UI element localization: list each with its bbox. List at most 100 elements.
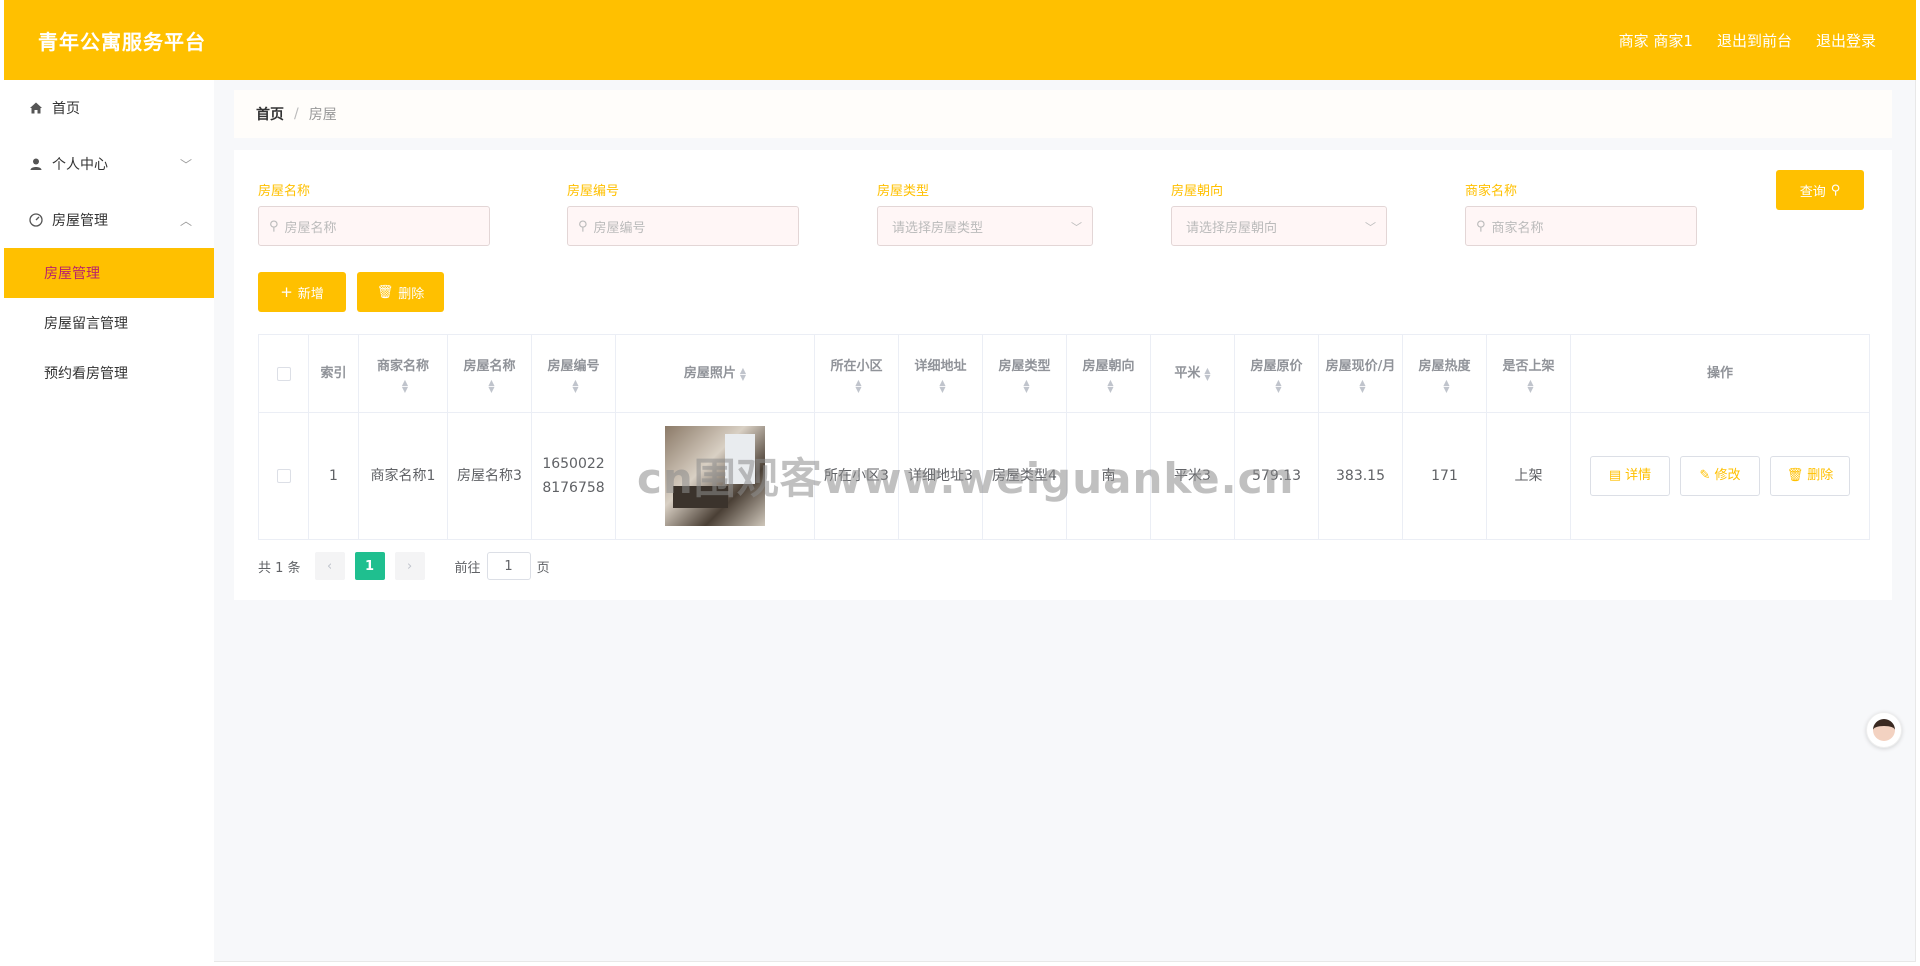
- column-header[interactable]: 房屋现价/月 ▲ ▼: [1319, 335, 1403, 412]
- column-header[interactable]: 房屋原价 ▲ ▼: [1235, 335, 1319, 412]
- house-name-input[interactable]: ⚲ 房屋名称: [258, 206, 490, 246]
- search-icon: ⚲: [1476, 218, 1486, 234]
- column-label: 详细地址: [914, 358, 967, 374]
- sidebar-subitem-viewing-appointments[interactable]: 预约看房管理: [4, 348, 214, 398]
- current-user[interactable]: 商家 商家1: [1619, 30, 1693, 51]
- exit-to-front-link[interactable]: 退出到前台: [1717, 30, 1792, 51]
- field-label: 房屋朝向: [1171, 184, 1224, 199]
- cell-original-price: 579.13: [1235, 413, 1319, 539]
- search-field-house-type: 房屋类型 请选择房屋类型 ﹀: [877, 180, 1093, 246]
- logout-link[interactable]: 退出登录: [1816, 30, 1876, 51]
- column-header[interactable]: 房屋热度 ▲ ▼: [1403, 335, 1487, 412]
- sort-icon: ▲ ▼: [401, 377, 409, 394]
- total-count: 共 1 条: [258, 560, 301, 576]
- cell-merchant: 商家名称1: [359, 413, 448, 539]
- delete-label: 删除: [398, 286, 425, 302]
- search-icon: ⚲: [1830, 182, 1841, 198]
- cell-heat: 171: [1403, 413, 1487, 539]
- column-header[interactable]: 所在小区 ▲ ▼: [815, 335, 899, 412]
- detail-button[interactable]: ▤ 详情: [1590, 456, 1670, 496]
- column-label: 房屋热度: [1418, 358, 1471, 374]
- house-photo[interactable]: [665, 426, 765, 526]
- column-header[interactable]: 详细地址 ▲ ▼: [899, 335, 983, 412]
- column-header[interactable]: 平米 ▲ ▼: [1151, 335, 1235, 412]
- avatar-face-icon: [1873, 719, 1895, 741]
- query-button[interactable]: 查询 ⚲: [1776, 170, 1864, 210]
- detail-label: 详情: [1625, 468, 1652, 483]
- sidebar-item-profile[interactable]: 个人中心 ﹀: [4, 136, 214, 192]
- breadcrumb-current: 房屋: [308, 107, 337, 123]
- merchant-name-input[interactable]: ⚲ 商家名称: [1465, 206, 1697, 246]
- house-type-select[interactable]: 请选择房屋类型 ﹀: [877, 206, 1093, 246]
- search-field-merchant-name: 商家名称 ⚲ 商家名称: [1465, 180, 1697, 246]
- sidebar: 首页 个人中心 ﹀ 房屋管理 ︿ 房屋管理 房屋留言管理 预约看房管理: [4, 80, 214, 962]
- sort-icon: ▲ ▼: [1204, 365, 1211, 382]
- orientation-select[interactable]: 请选择房屋朝向 ﹀: [1171, 206, 1387, 246]
- batch-delete-button[interactable]: 🗑 删除: [357, 272, 444, 312]
- plus-icon: +: [280, 283, 293, 301]
- row-checkbox[interactable]: [276, 469, 291, 483]
- sidebar-subitem-house-messages[interactable]: 房屋留言管理: [4, 298, 214, 348]
- dashboard-icon: [28, 212, 44, 228]
- sort-icon: ▲ ▼: [488, 377, 495, 394]
- edit-button[interactable]: ✎ 修改: [1680, 456, 1760, 496]
- select-all-checkbox[interactable]: [276, 366, 291, 381]
- breadcrumb-home[interactable]: 首页: [256, 104, 284, 124]
- column-header: 操作: [1571, 335, 1869, 412]
- user-icon: [28, 156, 44, 172]
- cell-operations: ▤ 详情 ✎ 修改 🗑 删除: [1571, 413, 1869, 539]
- sidebar-subitem-house-management[interactable]: 房屋管理: [4, 248, 214, 298]
- search-field-house-name: 房屋名称 ⚲ 房屋名称: [258, 180, 490, 246]
- placeholder: 请选择房屋朝向: [1186, 220, 1278, 236]
- column-label: 房屋现价/月: [1325, 358, 1396, 374]
- sort-icon: ▲ ▼: [1359, 377, 1366, 394]
- delete-button[interactable]: 🗑 删除: [1770, 456, 1850, 496]
- column-header[interactable]: 房屋朝向 ▲ ▼: [1067, 335, 1151, 412]
- cell-community: 所在小区3: [815, 413, 899, 539]
- search-field-orientation: 房屋朝向 请选择房屋朝向 ﹀: [1171, 180, 1387, 246]
- column-header[interactable]: 房屋类型 ▲ ▼: [983, 335, 1067, 412]
- support-avatar[interactable]: [1866, 712, 1902, 748]
- prev-page-button[interactable]: ‹: [314, 552, 345, 580]
- sort-icon: ▲ ▼: [855, 377, 862, 394]
- sidebar-item-home[interactable]: 首页: [4, 80, 214, 136]
- column-label: 操作: [1706, 365, 1733, 381]
- search-icon: ⚲: [578, 218, 588, 234]
- column-label: 房屋编号: [547, 358, 600, 374]
- column-header[interactable]: 是否上架 ▲ ▼: [1487, 335, 1571, 412]
- next-page-button[interactable]: ›: [394, 552, 425, 580]
- header-actions: 商家 商家1 退出到前台 退出登录: [1619, 30, 1876, 51]
- column-header[interactable]: 商家名称 ▲ ▼: [359, 335, 448, 412]
- column-header: 索引: [309, 335, 359, 412]
- cell-house-name: 房屋名称3: [448, 413, 532, 539]
- breadcrumb-separator: /: [294, 106, 299, 122]
- column-label: 房屋名称: [463, 358, 516, 374]
- column-label: 是否上架: [1502, 358, 1555, 374]
- app-title: 青年公寓服务平台: [38, 30, 206, 54]
- sidebar-item-house-management[interactable]: 房屋管理 ︿: [4, 192, 214, 248]
- column-header[interactable]: 房屋编号 ▲ ▼: [532, 335, 616, 412]
- field-label: 房屋编号: [567, 184, 620, 199]
- add-button[interactable]: + 新增: [258, 272, 346, 312]
- sort-icon: ▲ ▼: [1107, 377, 1114, 394]
- column-label: 房屋原价: [1250, 358, 1303, 374]
- chevron-left-icon: ‹: [326, 558, 333, 574]
- sort-icon: ▲ ▼: [939, 377, 946, 394]
- house-code-input[interactable]: ⚲ 房屋编号: [567, 206, 799, 246]
- edit-label: 修改: [1714, 468, 1741, 483]
- pagination: 共 1 条 ‹ 1 › 前往 1 页: [258, 552, 550, 580]
- placeholder: 房屋编号: [593, 220, 646, 236]
- column-label: 商家名称: [376, 358, 429, 374]
- sort-icon: ▲ ▼: [1527, 377, 1534, 394]
- sidebar-item-label: 首页: [52, 101, 80, 117]
- page-number[interactable]: 1: [354, 552, 385, 580]
- chevron-down-icon: ﹀: [1071, 221, 1082, 234]
- column-header[interactable]: 房屋照片 ▲ ▼: [616, 335, 815, 412]
- pencil-icon: ✎: [1699, 468, 1711, 483]
- goto-page-input[interactable]: 1: [486, 552, 531, 580]
- column-label: 所在小区: [830, 358, 883, 374]
- sort-icon: ▲ ▼: [1023, 377, 1030, 394]
- column-header[interactable]: 房屋名称 ▲ ▼: [448, 335, 532, 412]
- house-table: 索引 商家名称 ▲ ▼ 房屋名称 ▲ ▼ 房屋编号 ▲ ▼ 房屋照片 ▲ ▼ 所在小区 ▲ ▼ 详细…: [258, 334, 1870, 540]
- column-label: 房屋类型: [998, 358, 1051, 374]
